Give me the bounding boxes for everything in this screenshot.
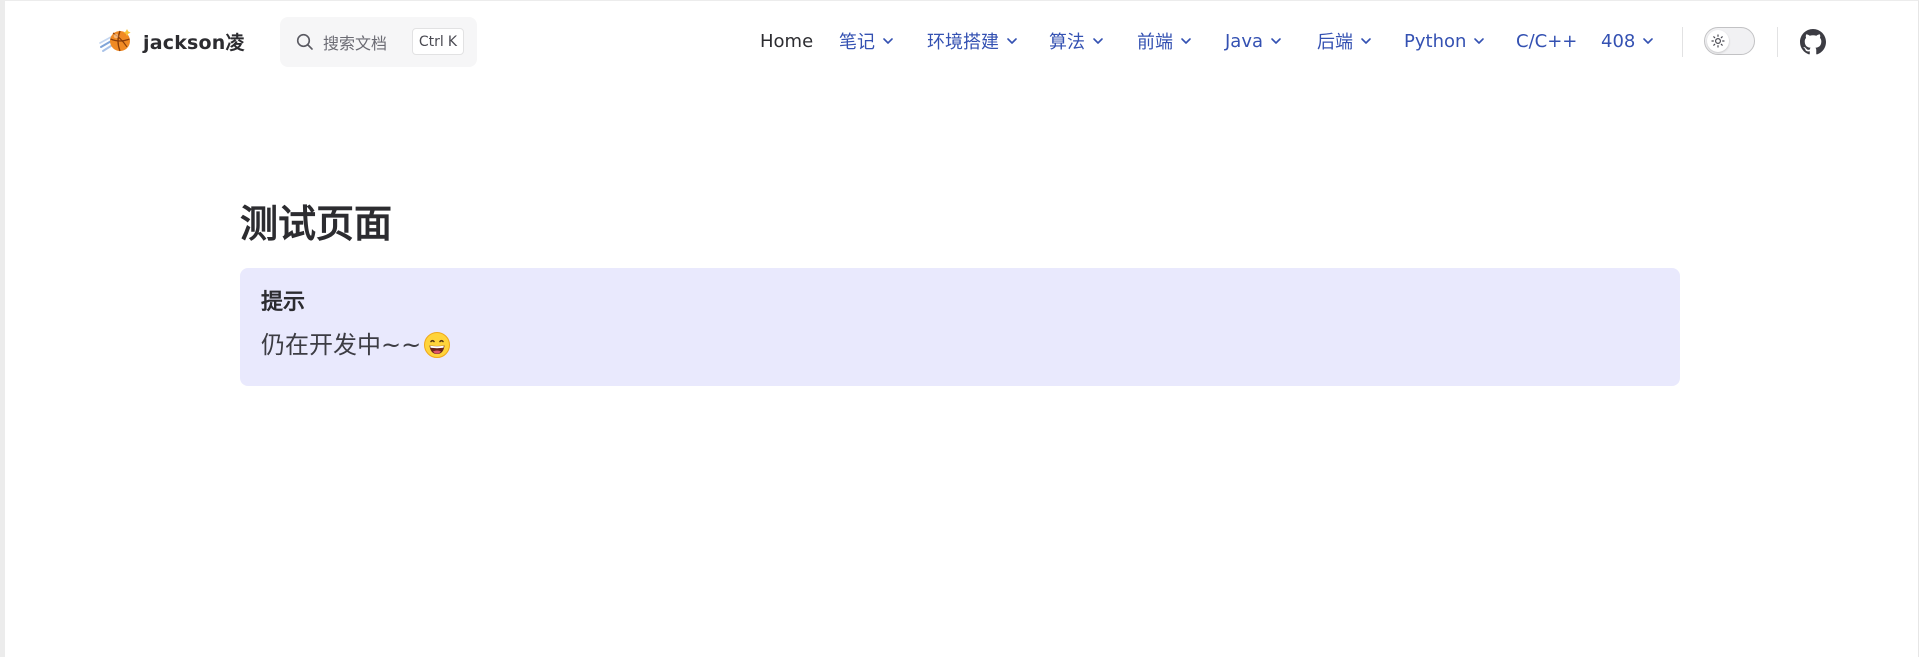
chevron-down-icon [1093, 38, 1103, 44]
nav-divider [1682, 27, 1683, 57]
nav-item-algorithms[interactable]: 算法 [1049, 23, 1105, 59]
nav-item-backend[interactable]: 后端 [1317, 23, 1373, 59]
tip-body: 仍在开发中~~ [261, 330, 1659, 360]
nav-item-408[interactable]: 408 [1601, 23, 1655, 59]
nav-divider [1777, 27, 1778, 57]
chevron-down-icon [1474, 38, 1485, 44]
chevron-down-icon [1181, 38, 1191, 44]
tip-body-text: 仍在开发中~~ [261, 331, 422, 359]
nav-item-environment[interactable]: 环境搭建 [927, 23, 1019, 59]
toggle-knob [1707, 30, 1729, 52]
chevron-down-icon [1271, 38, 1281, 44]
nav-item-label: Java [1225, 30, 1264, 52]
nav-item-java[interactable]: Java [1225, 23, 1283, 59]
chevron-down-icon [1361, 38, 1371, 44]
nav-item-python[interactable]: Python [1404, 23, 1486, 59]
nav-item-frontend[interactable]: 前端 [1137, 23, 1193, 59]
tip-callout: 提示 仍在开发中~~ [240, 268, 1680, 386]
nav-item-label: 408 [1601, 30, 1636, 52]
chevron-down-icon [1007, 38, 1017, 44]
nav-item-label: 环境搭建 [927, 32, 999, 53]
nav-item-notes[interactable]: 笔记 [839, 23, 895, 59]
tip-title: 提示 [261, 290, 306, 315]
nav-item-label: 前端 [1137, 32, 1173, 53]
nav-item-c-cpp[interactable]: C/C++ [1516, 23, 1577, 59]
nav-item-label: 笔记 [839, 32, 875, 53]
nav-item-label: 后端 [1317, 32, 1353, 53]
page-title: 测试页面 [240, 202, 393, 246]
nav-item-home[interactable]: Home [760, 23, 813, 59]
nav-item-label: Home [760, 30, 814, 52]
main-nav-menu: Home 笔记 环境搭建 算法 前端 Java 后端 Python C/C++ … [5, 23, 1918, 59]
sun-icon [1711, 34, 1725, 48]
chevron-down-icon [1643, 38, 1654, 44]
nav-item-label: C/C++ [1516, 30, 1578, 52]
top-navbar: jackson凌 搜索文档 Ctrl K Home 笔记 环境搭建 算法 前端 [5, 1, 1918, 81]
nav-item-label: Python [1404, 30, 1467, 52]
chevron-down-icon [883, 38, 893, 44]
github-icon[interactable] [1800, 29, 1826, 55]
grinning-face-emoji-icon [424, 332, 451, 358]
nav-item-label: 算法 [1049, 32, 1085, 53]
appearance-toggle[interactable] [1704, 27, 1755, 55]
